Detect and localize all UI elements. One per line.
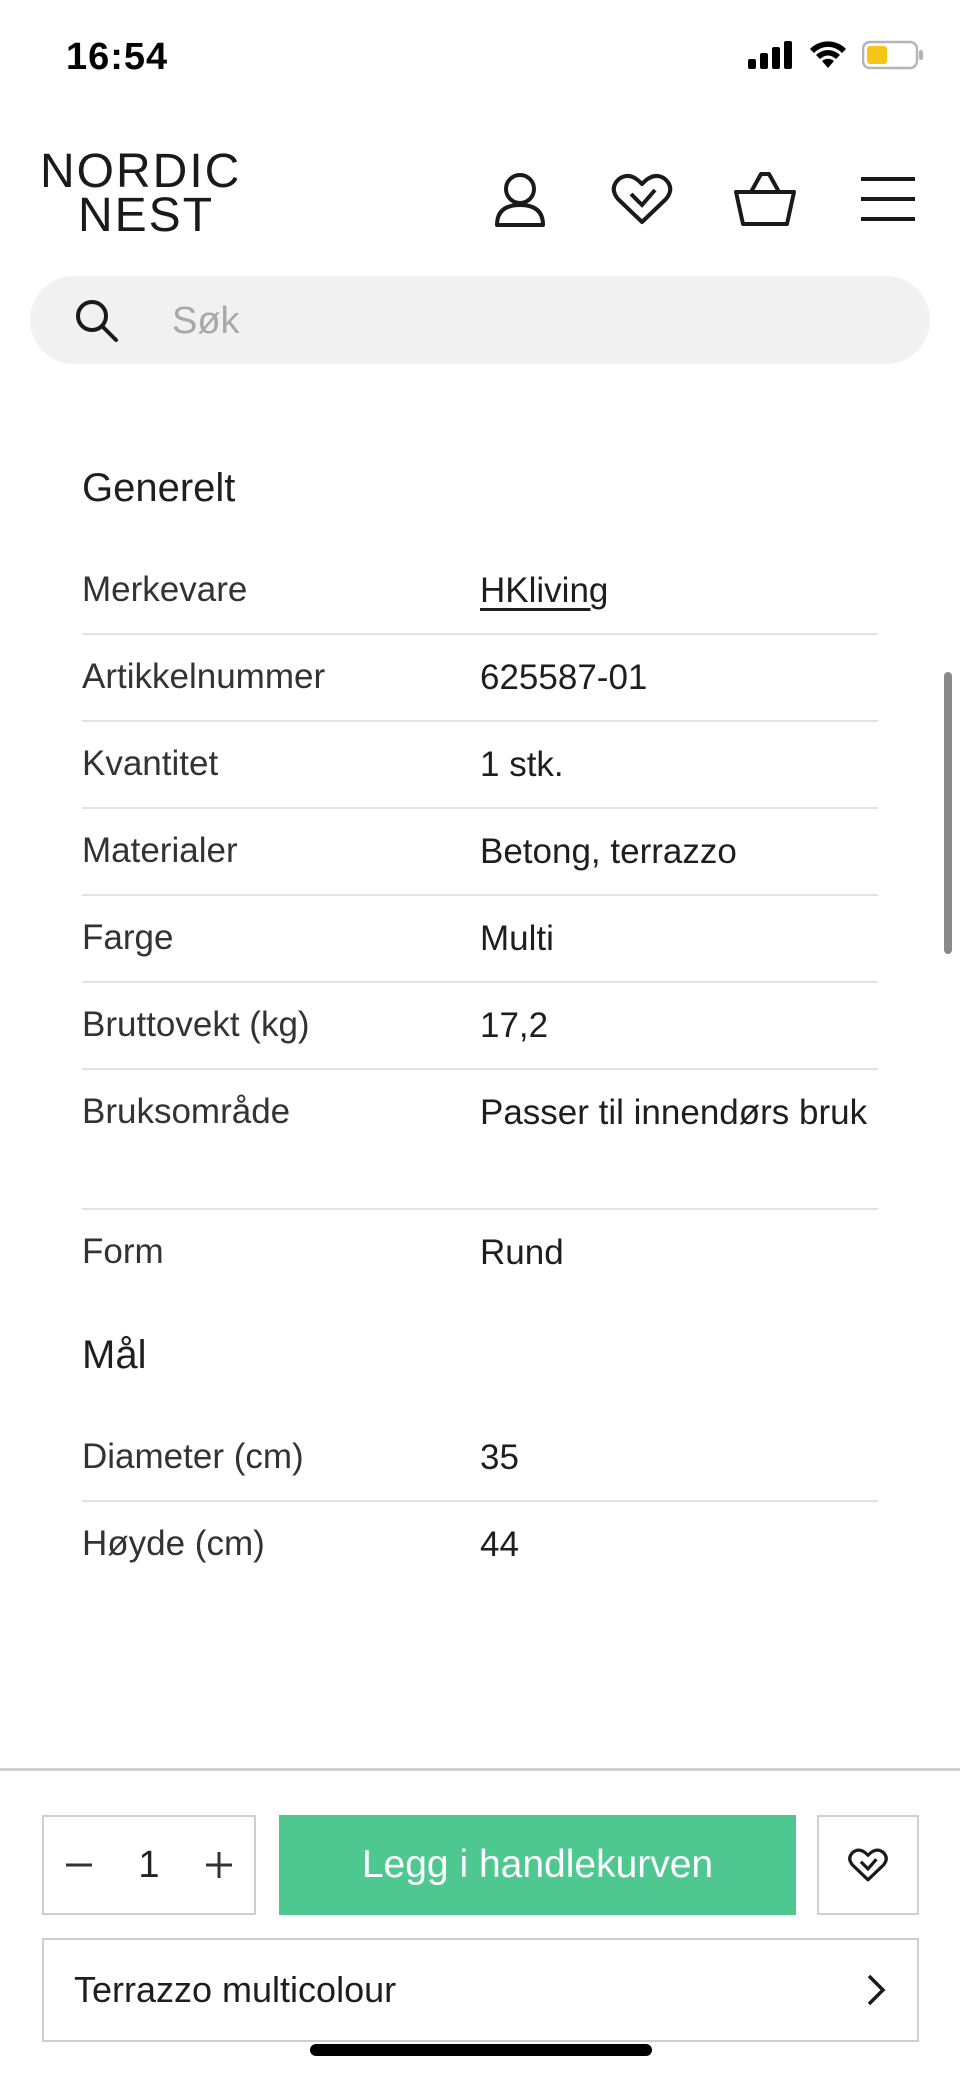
heart-icon [611,173,673,224]
spec-label: Kvantitet [82,744,219,783]
quantity-stepper: 1 [42,1815,256,1915]
spec-label: Diameter (cm) [82,1437,304,1476]
increase-quantity-button[interactable] [184,1817,254,1913]
spec-value: 35 [480,1438,519,1477]
variant-label: Terrazzo multicolour [74,1969,397,2010]
spec-row: Materialer Betong, terrazzo [82,809,878,896]
spec-value: HKliving [480,544,878,617]
spec-row: Diameter (cm) 35 [82,1415,878,1502]
spec-label: Materialer [82,831,238,870]
spec-row: Merkevare HKliving [82,548,878,635]
add-to-wishlist-button[interactable] [817,1815,919,1915]
battery-icon [862,40,923,70]
menu-button[interactable] [853,164,923,234]
spec-label: Form [82,1232,164,1271]
spec-row: Artikkelnummer 625587-01 [82,635,878,722]
spec-row: Høyde (cm) 44 [82,1502,878,1587]
menu-icon [861,177,915,221]
brand-link[interactable]: HKliving [480,571,608,610]
basket-icon [734,172,796,226]
wishlist-button[interactable] [607,164,677,234]
spec-value: 1 stk. [480,745,564,784]
section-title-general: Generelt [82,466,236,510]
status-bar: 16:54 [0,0,960,120]
status-icons [748,40,924,70]
search-input[interactable] [170,290,874,352]
search-icon [76,300,118,342]
quantity-value[interactable]: 1 [138,1844,159,1887]
spec-label: Farge [82,918,174,957]
purchase-bar: 1 Legg i handlekurven Terrazzo multicolo… [0,1768,960,2082]
spec-value: Betong, terrazzo [480,832,737,871]
spec-label: Bruttovekt (kg) [82,1005,310,1044]
spec-label: Artikkelnummer [82,657,326,696]
cart-button[interactable] [730,164,800,234]
logo[interactable]: NORDIC NEST [40,148,241,242]
spec-label: Merkevare [82,570,248,609]
add-to-cart-button[interactable]: Legg i handlekurven [279,1815,796,1915]
plus-icon [205,1852,232,1878]
spec-value: 44 [480,1525,519,1564]
account-button[interactable] [485,164,555,234]
spec-row: Bruttovekt (kg) 17,2 [82,983,878,1070]
spec-value: Passer til innendørs bruk [480,1093,868,1132]
spec-value: 625587-01 [480,658,648,697]
logo-line2: NEST [78,189,215,242]
status-time: 16:54 [66,36,169,78]
spec-value: Rund [480,1233,564,1272]
spec-label: Høyde (cm) [82,1524,265,1563]
decrease-quantity-button[interactable] [44,1817,114,1913]
site-header: NORDIC NEST [0,140,960,260]
spec-value: 17,2 [480,1006,549,1045]
user-icon [495,173,545,227]
wifi-icon [810,41,846,68]
home-indicator [310,2044,652,2056]
spec-table-dimensions: Diameter (cm) 35 Høyde (cm) 44 [82,1415,878,1587]
spec-row: Farge Multi [82,896,878,983]
search-bar[interactable] [30,276,930,364]
scrollbar[interactable] [944,672,952,954]
section-title-dimensions: Mål [82,1333,147,1377]
spec-value: Multi [480,919,554,958]
spec-row: Form Rund [82,1210,878,1295]
variant-selector[interactable]: Terrazzo multicolour [42,1938,919,2042]
spec-row: Bruksområde Passer til innendørs bruk [82,1070,878,1210]
chevron-right-icon [867,1974,886,2006]
spec-table-general: Merkevare HKliving Artikkelnummer 625587… [82,548,878,1295]
product-specs: Generelt Merkevare HKliving Artikkelnumm… [82,440,878,1587]
spec-row: Kvantitet 1 stk. [82,722,878,809]
minus-icon [66,1863,92,1867]
heart-icon [848,1848,888,1882]
signal-icon [748,41,792,69]
spec-label: Bruksområde [82,1092,291,1131]
